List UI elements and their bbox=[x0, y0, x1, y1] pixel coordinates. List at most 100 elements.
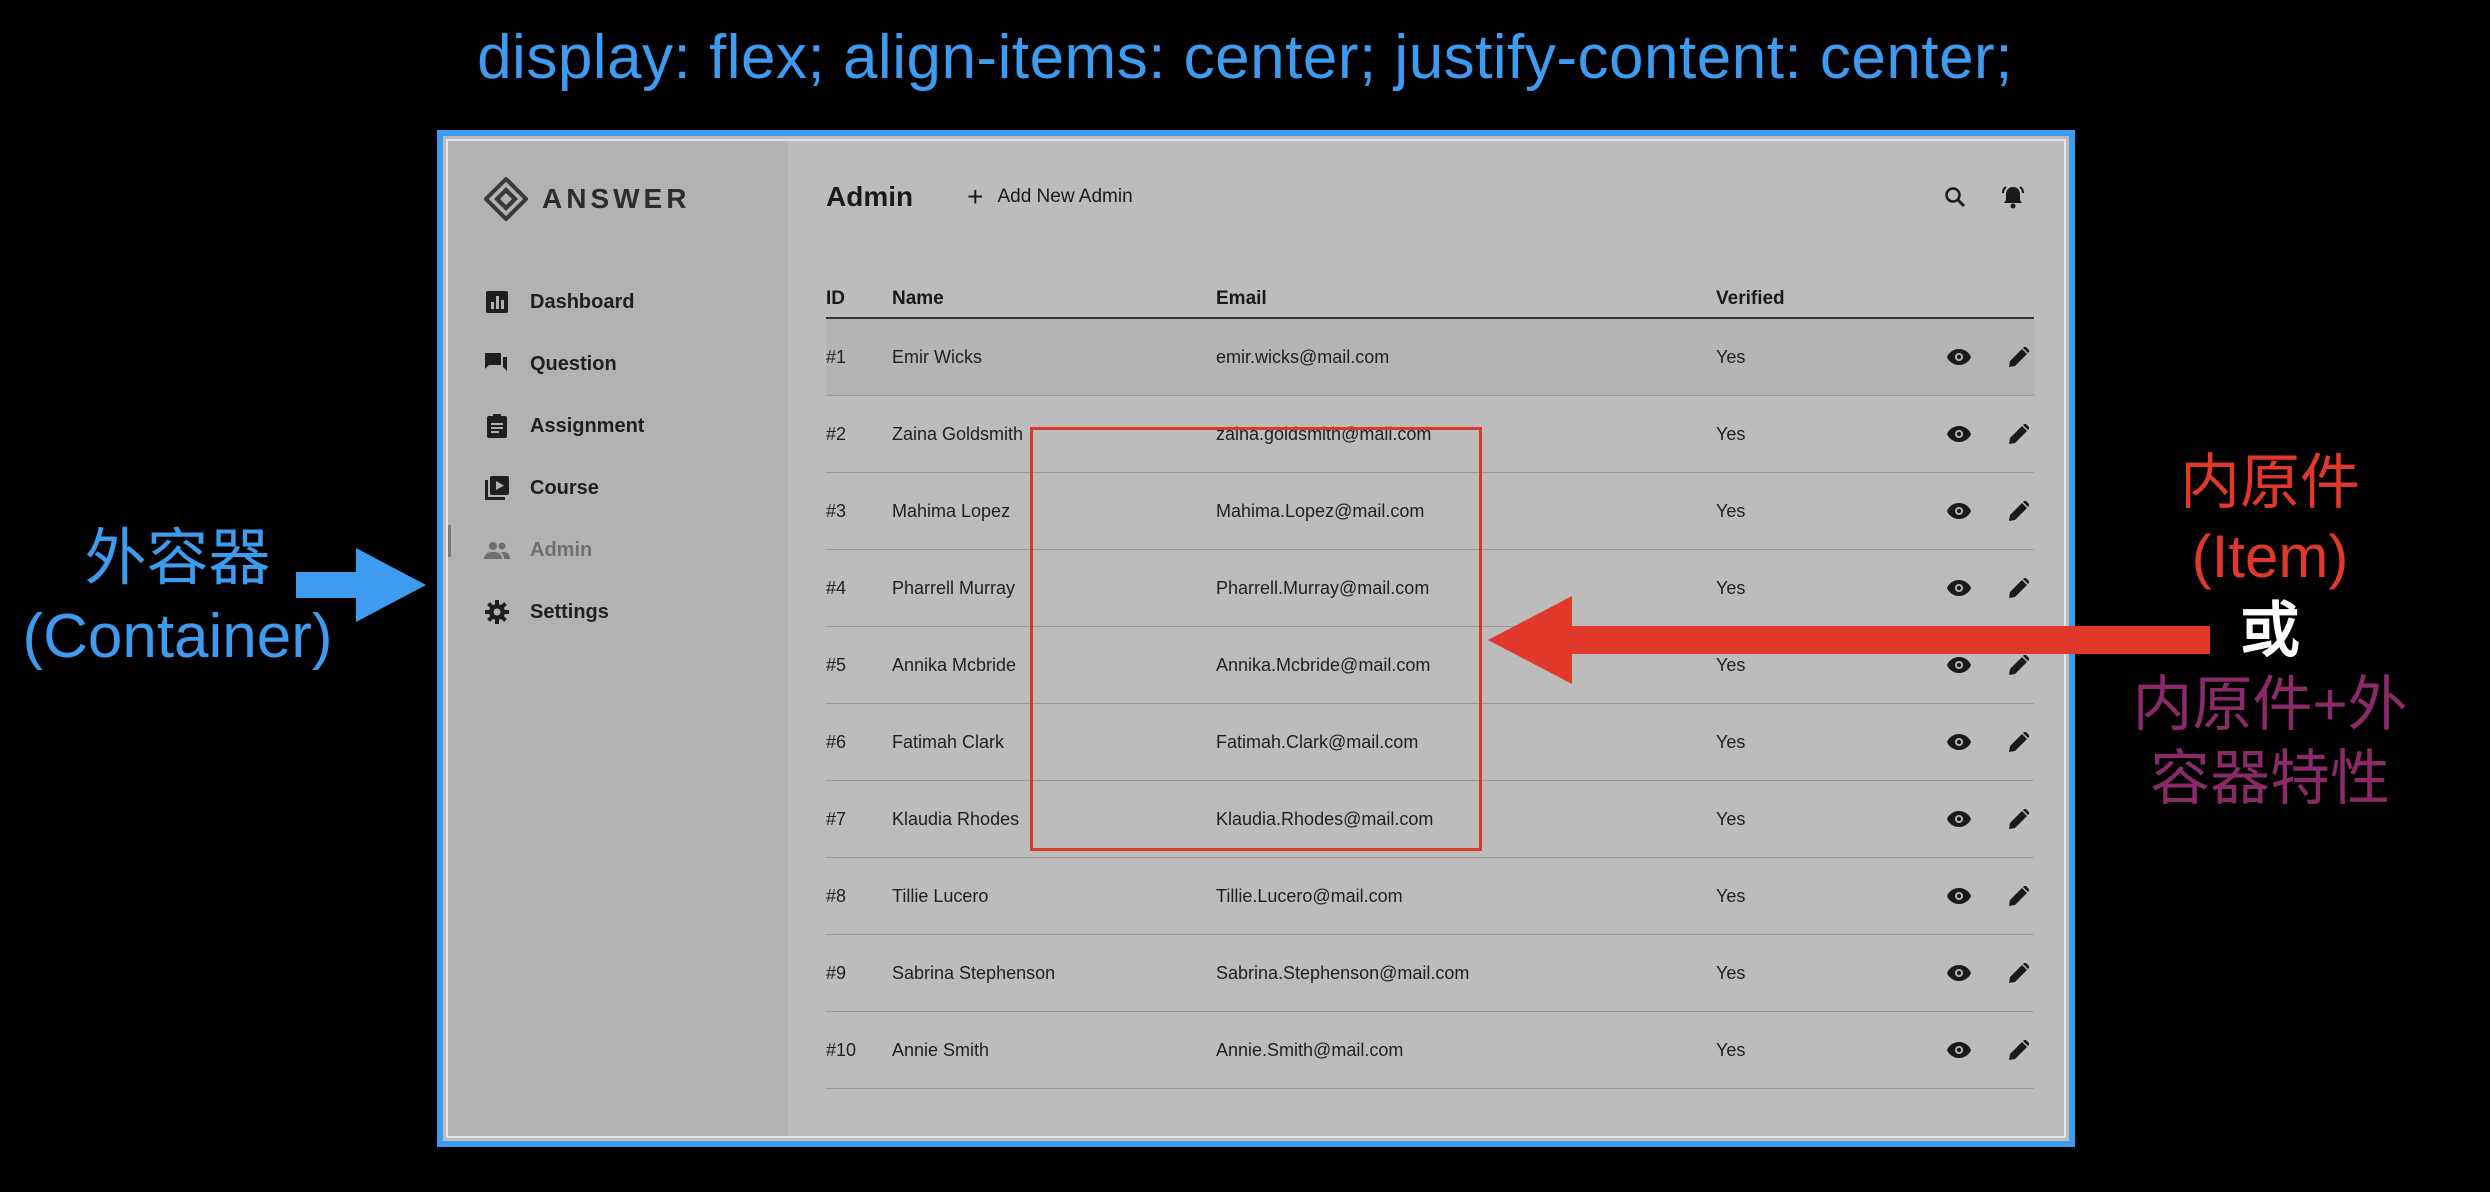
forum-icon bbox=[484, 351, 510, 377]
edit-pencil-icon[interactable] bbox=[2004, 804, 2034, 834]
plus-icon: + bbox=[967, 181, 984, 212]
item-plus-container-line1: 内原件+外 bbox=[2132, 671, 2408, 738]
cell-email: Sabrina.Stephenson@mail.com bbox=[1216, 962, 1470, 983]
add-new-admin-label: Add New Admin bbox=[997, 186, 1133, 207]
cell-id: #3 bbox=[826, 500, 847, 521]
cell-verified: Yes bbox=[1716, 500, 1746, 521]
cell-verified: Yes bbox=[1716, 808, 1746, 829]
edit-pencil-icon[interactable] bbox=[2004, 419, 2034, 449]
cell-actions bbox=[1896, 958, 2034, 988]
cell-id: #7 bbox=[826, 808, 847, 829]
item-label-cn: 内原件 bbox=[2180, 449, 2360, 516]
edit-pencil-icon[interactable] bbox=[2004, 958, 2034, 988]
page-title: Admin bbox=[826, 181, 914, 212]
cell-actions bbox=[1896, 881, 2034, 911]
cell-actions bbox=[1896, 1035, 2034, 1065]
sidebar-item-settings[interactable]: Settings bbox=[484, 581, 644, 643]
clipboard-icon bbox=[484, 413, 510, 439]
cell-name: Tillie Lucero bbox=[892, 885, 989, 906]
cell-name: Sabrina Stephenson bbox=[892, 962, 1056, 983]
cell-email: Annie.Smith@mail.com bbox=[1216, 1039, 1404, 1060]
view-eye-icon[interactable] bbox=[1944, 958, 1974, 988]
view-eye-icon[interactable] bbox=[1944, 804, 1974, 834]
sidebar: ANSWER Dashboard Question Assignment Cou… bbox=[448, 141, 788, 1136]
column-header-email[interactable]: Email bbox=[1216, 288, 1716, 310]
answer-logo-icon bbox=[484, 177, 528, 221]
cell-actions bbox=[1896, 342, 2034, 372]
cell-actions bbox=[1896, 419, 2034, 449]
edit-pencil-icon[interactable] bbox=[2004, 1035, 2034, 1065]
column-header-name[interactable]: Name bbox=[892, 288, 1216, 310]
cell-id: #4 bbox=[826, 577, 847, 598]
cell-actions bbox=[1896, 727, 2034, 757]
cell-email: Tillie.Lucero@mail.com bbox=[1216, 885, 1403, 906]
edit-pencil-icon[interactable] bbox=[2004, 727, 2034, 757]
view-eye-icon[interactable] bbox=[1944, 419, 1974, 449]
cell-verified: Yes bbox=[1716, 346, 1746, 367]
sidebar-item-admin[interactable]: Admin bbox=[484, 519, 644, 581]
cell-name: Annie Smith bbox=[892, 1039, 990, 1060]
table-header: ID Name Email Verified bbox=[826, 281, 2034, 319]
sidebar-item-course[interactable]: Course bbox=[484, 457, 644, 519]
active-nav-marker bbox=[448, 525, 451, 557]
view-eye-icon[interactable] bbox=[1944, 342, 1974, 372]
cell-id: #9 bbox=[826, 962, 847, 983]
cell-verified: Yes bbox=[1716, 423, 1746, 444]
people-icon bbox=[484, 537, 510, 563]
cell-id: #6 bbox=[826, 731, 847, 752]
cell-id: #2 bbox=[826, 423, 847, 444]
view-eye-icon[interactable] bbox=[1944, 727, 1974, 757]
sidebar-item-label: Dashboard bbox=[530, 290, 635, 313]
add-new-admin-button[interactable]: + Add New Admin bbox=[967, 183, 1133, 211]
view-eye-icon[interactable] bbox=[1944, 1035, 1974, 1065]
cell-verified: Yes bbox=[1716, 962, 1746, 983]
header-actions bbox=[1912, 182, 2028, 212]
cell-name: Emir Wicks bbox=[892, 346, 982, 367]
view-eye-icon[interactable] bbox=[1944, 881, 1974, 911]
logo-text: ANSWER bbox=[542, 183, 691, 214]
cell-id: #8 bbox=[826, 885, 847, 906]
table-row[interactable]: #10 Annie Smith Annie.Smith@mail.com Yes bbox=[826, 1012, 2034, 1089]
video-library-icon bbox=[484, 475, 510, 501]
edit-pencil-icon[interactable] bbox=[2004, 342, 2034, 372]
edit-pencil-icon[interactable] bbox=[2004, 496, 2034, 526]
column-header-id[interactable]: ID bbox=[826, 288, 892, 310]
cell-actions bbox=[1896, 804, 2034, 834]
edit-pencil-icon[interactable] bbox=[2004, 881, 2034, 911]
table-row[interactable]: #8 Tillie Lucero Tillie.Lucero@mail.com Yes bbox=[826, 858, 2034, 935]
table-row[interactable]: #9 Sabrina Stephenson Sabrina.Stephenson@m… bbox=[826, 935, 2034, 1012]
logo[interactable]: ANSWER bbox=[484, 177, 690, 221]
cell-id: #1 bbox=[826, 346, 847, 367]
or-label: 或 bbox=[2240, 597, 2300, 664]
table-row[interactable]: #1 Emir Wicks emir.wicks@mail.com Yes bbox=[826, 319, 2034, 396]
red-arrow-icon bbox=[1488, 596, 2210, 684]
sidebar-nav: Dashboard Question Assignment Course Adm… bbox=[484, 271, 644, 643]
search-icon[interactable] bbox=[1940, 182, 1970, 212]
bar-chart-icon bbox=[484, 289, 510, 315]
cell-verified: Yes bbox=[1716, 731, 1746, 752]
blue-arrow-icon bbox=[296, 548, 426, 622]
flex-code-caption: display: flex; align-items: center; just… bbox=[477, 23, 2013, 92]
cell-verified: Yes bbox=[1716, 885, 1746, 906]
view-eye-icon[interactable] bbox=[1944, 496, 1974, 526]
cell-email: emir.wicks@mail.com bbox=[1216, 346, 1390, 367]
sidebar-item-dashboard[interactable]: Dashboard bbox=[484, 271, 644, 333]
item-highlight-box bbox=[1030, 427, 1482, 851]
notification-bell-icon[interactable] bbox=[1998, 182, 2028, 212]
cell-actions bbox=[1896, 496, 2034, 526]
item-plus-container-line2: 容器特性 bbox=[2150, 745, 2390, 812]
sidebar-item-label: Admin bbox=[530, 538, 593, 561]
gear-icon bbox=[484, 599, 510, 625]
sidebar-item-assignment[interactable]: Assignment bbox=[484, 395, 644, 457]
sidebar-item-label: Settings bbox=[530, 600, 609, 623]
cell-id: #5 bbox=[826, 654, 847, 675]
sidebar-item-label: Assignment bbox=[530, 414, 645, 437]
sidebar-item-label: Question bbox=[530, 352, 617, 375]
column-header-verified[interactable]: Verified bbox=[1716, 288, 1896, 310]
cell-id: #10 bbox=[826, 1039, 857, 1060]
item-label-en: (Item) bbox=[2191, 523, 2349, 590]
sidebar-item-label: Course bbox=[530, 476, 599, 499]
item-label: 内原件 (Item) 或 内原件+外 容器特性 bbox=[2110, 446, 2430, 816]
sidebar-item-question[interactable]: Question bbox=[484, 333, 644, 395]
page-header: Admin + Add New Admin bbox=[826, 177, 2028, 217]
